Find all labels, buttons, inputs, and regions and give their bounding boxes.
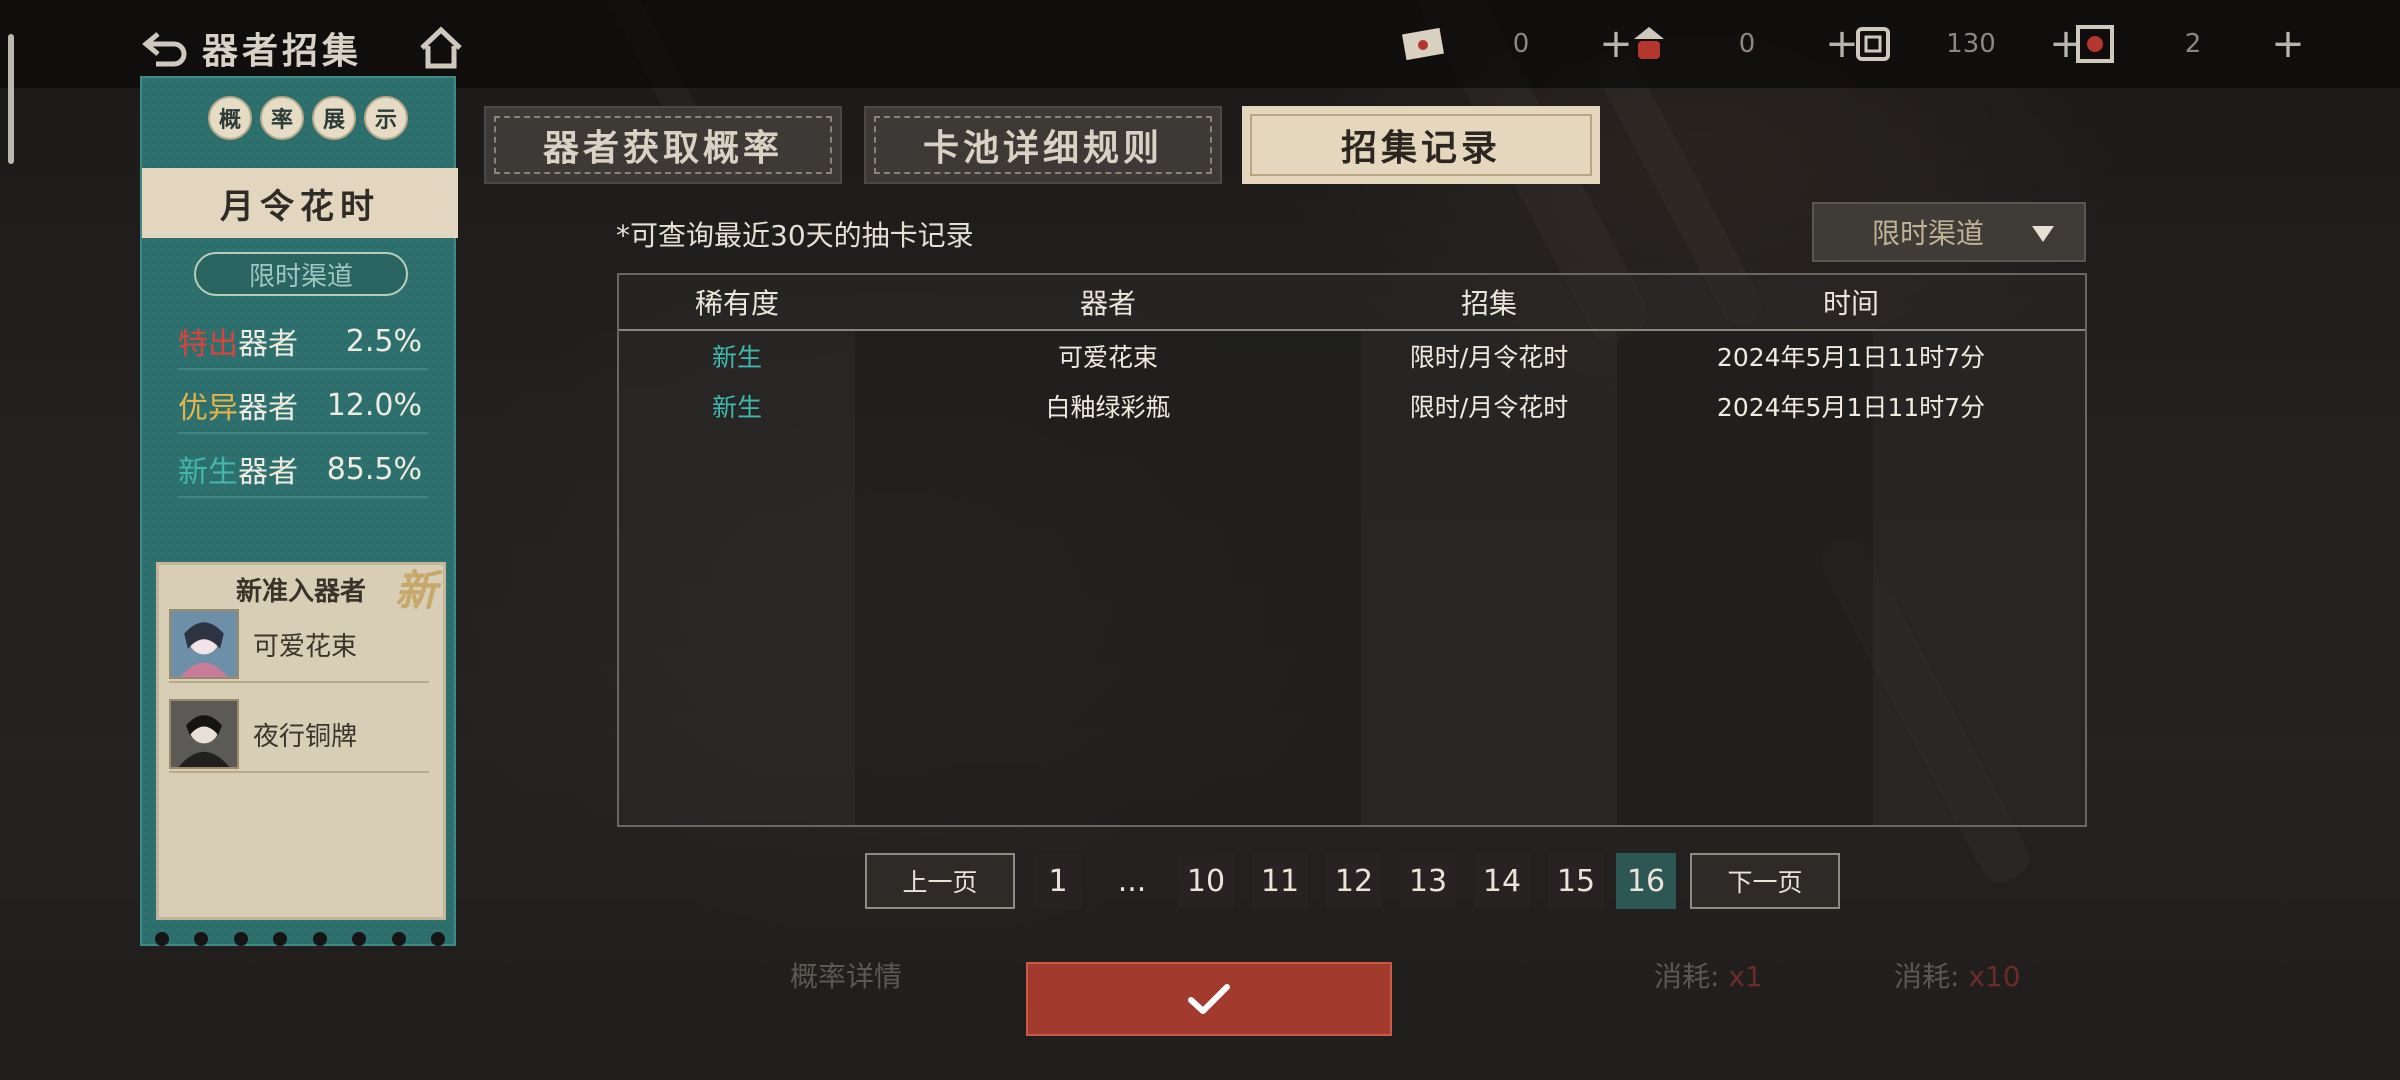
tab-pool-rules[interactable]: 卡池详细规则 — [864, 106, 1222, 184]
seal-ticket-icon — [2076, 25, 2114, 63]
page-button[interactable]: 15 — [1548, 853, 1604, 909]
item-cell: 可爱花束 — [1057, 343, 1158, 372]
chevron-down-icon — [2032, 226, 2054, 242]
header-char: 率 — [260, 96, 304, 140]
column-header: 稀有度 — [694, 287, 779, 320]
tier-rate: 2.5% — [345, 323, 422, 359]
cost-label-ten: 消耗: x10 — [1894, 960, 2021, 993]
page-title: 器者招集 — [202, 30, 363, 72]
tier-label: 优异 — [178, 391, 238, 426]
page-button[interactable]: 14 — [1474, 853, 1530, 909]
rate-row-low: 新生 器者 85.5% — [178, 442, 428, 498]
pool-cell: 限时/月令花时 — [1409, 393, 1569, 422]
records-hint: *可查询最近30天的抽卡记录 — [616, 219, 974, 252]
back-button[interactable]: 器者招集 — [140, 22, 362, 74]
currency-lantern: 0 + — [1626, 18, 1862, 70]
header-char: 概 — [208, 96, 252, 140]
currency-value: 130 — [1946, 29, 1996, 59]
time-cell: 2024年5月1日11时7分 — [1716, 393, 1986, 422]
character-avatar — [169, 699, 239, 769]
currency-seal: 2 + — [2072, 18, 2308, 70]
new-entry-item[interactable]: 夜行铜牌 — [169, 697, 429, 773]
next-page-button[interactable]: 下一页 — [1690, 853, 1840, 909]
tier-suffix: 器者 — [238, 327, 298, 362]
table-header: 稀有度 器者 招集 时间 — [619, 275, 2085, 331]
item-cell: 白釉绿彩瓶 — [1045, 393, 1171, 422]
column-header: 器者 — [1079, 287, 1136, 320]
page-button[interactable]: 10 — [1178, 853, 1234, 909]
add-currency-button[interactable]: + — [2268, 24, 2308, 64]
tier-label: 特出 — [178, 327, 238, 362]
table-row: 新生 可爱花束 限时/月令花时 2024年5月1日11时7分 — [619, 331, 2085, 381]
page-button[interactable]: 12 — [1326, 853, 1382, 909]
channel-filter-dropdown[interactable]: 限时渠道 — [1812, 202, 2086, 262]
page-button[interactable]: 1 — [1034, 853, 1082, 909]
back-arrow-icon — [142, 32, 187, 67]
tier-rate: 85.5% — [326, 451, 422, 487]
time-cell: 2024年5月1日11时7分 — [1716, 343, 1986, 372]
table-row: 新生 白釉绿彩瓶 限时/月令花时 2024年5月1日11时7分 — [619, 381, 2085, 431]
header-char: 展 — [312, 96, 356, 140]
currency-value: 2 — [2184, 29, 2202, 59]
probability-header: 概 率 展 示 — [208, 96, 408, 140]
tier-suffix: 器者 — [238, 455, 298, 490]
page-ellipsis: ... — [1117, 863, 1147, 899]
header-char: 示 — [364, 96, 408, 140]
currency-value: 0 — [1738, 29, 1756, 59]
character-avatar — [169, 609, 239, 679]
pool-name-band: 月令花时 — [142, 168, 458, 238]
column-header: 招集 — [1460, 287, 1517, 320]
prob-detail-text: 概率详情 — [790, 960, 903, 993]
currency-letter: 0 + — [1400, 18, 1636, 70]
currency-value: 0 — [1512, 29, 1530, 59]
dropdown-value: 限时渠道 — [1872, 217, 1985, 250]
confirm-button[interactable] — [1026, 962, 1392, 1036]
cost-label-single: 消耗: x1 — [1654, 960, 1763, 993]
column-header: 时间 — [1822, 287, 1879, 320]
new-entry-item[interactable]: 可爱花束 — [169, 607, 429, 683]
checkmark-icon — [1188, 984, 1230, 1014]
top-bar: 器者招集 0 + 0 + 130 + 2 + — [0, 0, 2400, 88]
pool-cell: 限时/月令花时 — [1409, 343, 1569, 372]
records-table: 稀有度 器者 招集 时间 新生 可爱花束 限时/月令花时 2024年5月1日11… — [617, 273, 2087, 827]
ticket-edge — [142, 932, 458, 946]
page-button[interactable]: 13 — [1400, 853, 1456, 909]
new-entry-name: 夜行铜牌 — [253, 721, 358, 752]
home-icon[interactable] — [418, 26, 464, 70]
tier-label: 新生 — [178, 455, 238, 490]
page-button[interactable]: 11 — [1252, 853, 1308, 909]
new-entry-name: 可爱花束 — [253, 631, 358, 662]
scroll-icon — [1856, 27, 1890, 61]
tab-acquire-probability[interactable]: 器者获取概率 — [484, 106, 842, 184]
prev-page-button[interactable]: 上一页 — [865, 853, 1015, 909]
tier-suffix: 器者 — [238, 391, 298, 426]
letter-ticket-icon — [1402, 27, 1444, 61]
tier-rate: 12.0% — [326, 387, 422, 423]
rarity-cell: 新生 — [711, 393, 762, 422]
pool-name: 月令花时 — [220, 186, 380, 227]
probability-panel: 概 率 展 示 月令花时 限时渠道 特出 器者 2.5% 优异 器者 12.0%… — [140, 76, 458, 946]
rarity-cell: 新生 — [711, 343, 762, 372]
rate-row-mid: 优异 器者 12.0% — [178, 378, 428, 434]
currency-scroll: 130 + — [1850, 18, 2086, 70]
edge-handle[interactable] — [8, 34, 14, 164]
channel-badge: 限时渠道 — [194, 252, 408, 296]
tab-recruit-records[interactable]: 招集记录 — [1242, 106, 1600, 184]
lantern-icon — [1634, 27, 1664, 59]
rate-row-top: 特出 器者 2.5% — [178, 314, 428, 370]
new-entries-card: 新准入器者 新 可爱花束 夜行铜牌 — [156, 562, 446, 920]
page-button-current[interactable]: 16 — [1616, 853, 1676, 909]
